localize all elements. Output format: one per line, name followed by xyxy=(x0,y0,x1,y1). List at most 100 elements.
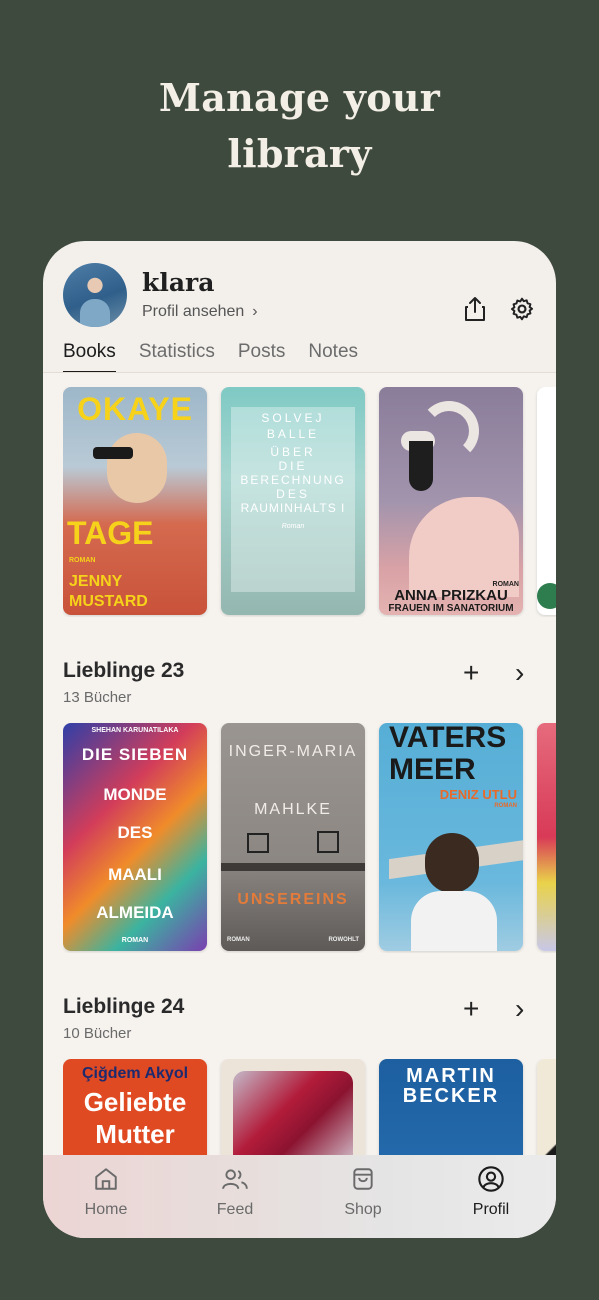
book-author: Çiğdem Akyol xyxy=(81,1065,189,1082)
book-title: Geliebte xyxy=(83,1087,187,1117)
book-tag: ROMAN xyxy=(494,803,517,809)
book-title-line-5: ALMEIDA xyxy=(96,903,174,922)
book-title-line-2: MONDE xyxy=(103,785,167,804)
share-icon xyxy=(465,297,485,321)
nav-shop-label: Shop xyxy=(344,1201,382,1218)
book-cover[interactable]: MARTIN BECKER xyxy=(379,1059,523,1155)
book-cover[interactable]: SHEHAN KARUNATILAKA DIE SIEBEN MONDE DES… xyxy=(63,723,207,951)
bag-icon xyxy=(353,1168,373,1190)
book-tag: Roman xyxy=(281,523,305,530)
nav-profil-label: Profil xyxy=(472,1201,510,1218)
book-author: JENNY xyxy=(69,573,123,590)
books-row: Çiğdem Akyol Geliebte Mutter MARTIN BECK… xyxy=(63,1059,556,1155)
book-title: UNSEREINS xyxy=(237,891,349,908)
book-title: DIE SIEBEN xyxy=(81,745,189,764)
book-cover[interactable]: Çiğdem Akyol Geliebte Mutter xyxy=(63,1059,207,1155)
headline-line-2: library xyxy=(227,131,372,176)
section-count: 10 Bücher xyxy=(63,1025,132,1042)
headline-line-1: Manage your xyxy=(158,75,441,120)
tab-notes[interactable]: Notes xyxy=(308,341,358,373)
add-book-button[interactable]: + xyxy=(463,659,479,687)
book-title-line-4: MAALI xyxy=(108,865,162,884)
book-author-line-2: MAHLKE xyxy=(254,801,332,818)
book-cover[interactable]: SOLVEJ BALLE ÜBER DIE BERECHNUNG DES RAU… xyxy=(221,387,365,615)
tab-posts[interactable]: Posts xyxy=(238,341,286,373)
book-author: SHEHAN KARUNATILAKA xyxy=(91,727,179,734)
add-book-button[interactable]: + xyxy=(463,995,479,1023)
book-author-line-2: BALLE xyxy=(266,427,320,441)
book-art xyxy=(409,441,433,491)
book-cover-partial[interactable] xyxy=(537,1059,556,1155)
chevron-right-icon: › xyxy=(252,303,258,320)
book-art xyxy=(425,833,479,893)
book-cover[interactable]: INGER-MARIA MAHLKE UNSEREINS ROMAN ROWOH… xyxy=(221,723,365,951)
profile-icon xyxy=(478,1166,504,1192)
book-art xyxy=(233,1071,353,1155)
books-row: SHEHAN KARUNATILAKA DIE SIEBEN MONDE DES… xyxy=(63,723,556,953)
nav-feed-label: Feed xyxy=(216,1201,254,1218)
profile-tabs: Books Statistics Posts Notes xyxy=(63,341,358,373)
nav-profil[interactable]: Profil xyxy=(441,1165,541,1219)
share-button[interactable] xyxy=(461,295,489,323)
library-scroll[interactable]: OKAYE TAGE ROMAN JENNY MUSTARD SOLVEJ BA… xyxy=(43,373,556,1155)
book-title-line-2: DIE xyxy=(278,459,308,473)
book-art xyxy=(537,583,556,609)
nav-shop[interactable]: Shop xyxy=(313,1165,413,1219)
book-cover[interactable]: ROMAN ANNA PRIZKAU FRAUEN IM SANATORIUM xyxy=(379,387,523,615)
book-title-line-5: RAUMINHALTS I xyxy=(240,501,346,515)
book-cover-partial[interactable] xyxy=(537,387,556,615)
profile-header: klara Profil ansehen › xyxy=(63,263,536,329)
book-tag: ROMAN xyxy=(69,557,96,564)
chevron-right-icon[interactable]: › xyxy=(515,995,524,1023)
people-icon xyxy=(222,1169,248,1189)
book-art xyxy=(93,447,133,459)
book-title: VATERS xyxy=(389,723,507,754)
book-publisher: ROWOHLT xyxy=(328,937,359,943)
section-count: 13 Bücher xyxy=(63,689,132,706)
tab-statistics[interactable]: Statistics xyxy=(139,341,215,373)
book-title-line-2: TAGE xyxy=(67,515,154,551)
book-author: INGER-MARIA xyxy=(228,743,358,760)
book-title-line-2: Mutter xyxy=(95,1119,175,1149)
bottom-navigation: Home Feed Shop Profil xyxy=(43,1155,556,1238)
book-author: ANNA PRIZKAU xyxy=(394,587,508,604)
chevron-right-icon[interactable]: › xyxy=(515,659,524,687)
book-title: FRAUEN IM SANATORIUM xyxy=(388,603,514,614)
section-title: Lieblinge 23 xyxy=(63,659,185,682)
book-art xyxy=(411,891,497,951)
book-art xyxy=(221,863,365,871)
book-title-line-3: BERECHNUNG xyxy=(240,473,346,487)
headline: Manage your library xyxy=(0,70,599,182)
book-title: ÜBER xyxy=(270,445,316,459)
nav-feed[interactable]: Feed xyxy=(185,1165,285,1219)
book-title: OKAYE xyxy=(77,391,193,427)
book-title-line-4: DES xyxy=(276,487,310,501)
section-title: Lieblinge 24 xyxy=(63,995,185,1018)
book-title-line-3: DES xyxy=(117,823,153,842)
book-tag: ROMAN xyxy=(121,937,149,944)
book-cover[interactable] xyxy=(221,1059,365,1155)
book-art xyxy=(107,433,167,503)
nav-home-label: Home xyxy=(84,1201,128,1218)
username: klara xyxy=(142,268,215,297)
book-author-line-2: BECKER xyxy=(402,1085,500,1107)
book-cover-partial[interactable] xyxy=(537,723,556,951)
app-screen: klara Profil ansehen › Books Statistics P… xyxy=(43,241,556,1238)
tab-books[interactable]: Books xyxy=(63,341,116,373)
settings-button[interactable] xyxy=(508,295,536,323)
book-author-line-2: MUSTARD xyxy=(69,593,148,610)
book-title-line-2: MEER xyxy=(389,753,476,786)
book-art xyxy=(247,833,269,853)
book-author: SOLVEJ xyxy=(261,411,325,425)
book-art xyxy=(317,831,339,853)
book-cover[interactable]: VATERS MEER DENIZ UTLU ROMAN xyxy=(379,723,523,951)
view-profile-label: Profil ansehen xyxy=(142,303,245,320)
books-row: OKAYE TAGE ROMAN JENNY MUSTARD SOLVEJ BA… xyxy=(63,387,556,617)
book-author: DENIZ UTLU xyxy=(439,787,517,802)
home-icon xyxy=(95,1168,117,1190)
nav-home[interactable]: Home xyxy=(56,1165,156,1219)
book-cover[interactable]: OKAYE TAGE ROMAN JENNY MUSTARD xyxy=(63,387,207,615)
gear-icon xyxy=(510,297,534,321)
view-profile-link[interactable]: Profil ansehen › xyxy=(142,303,258,321)
avatar[interactable] xyxy=(63,263,127,327)
